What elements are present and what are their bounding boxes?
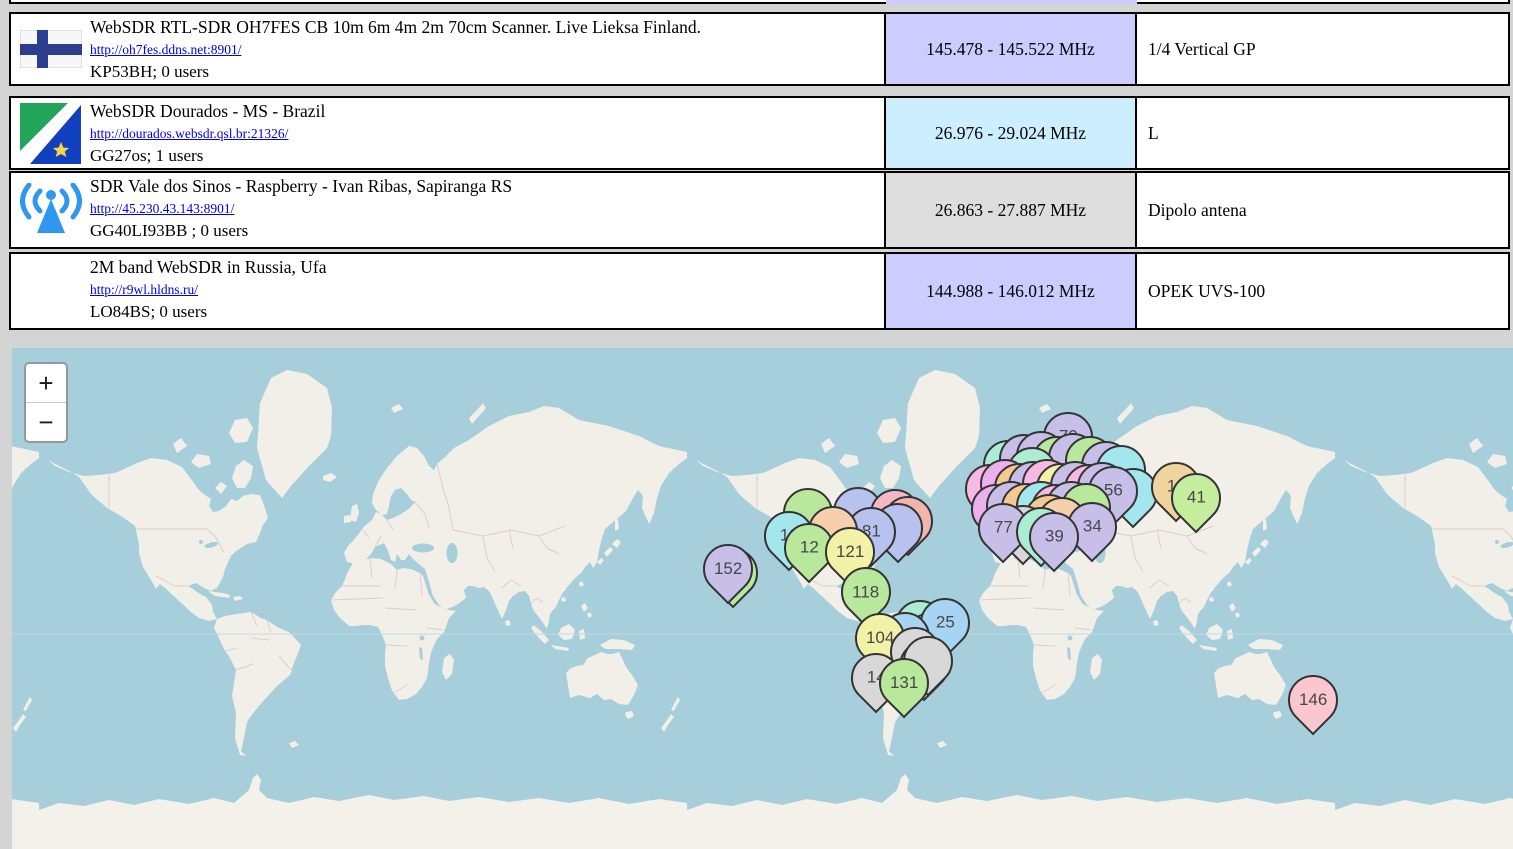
receiver-link[interactable]: http://oh7fes.ddns.net:8901/ (90, 42, 242, 58)
antenna-description: 1/4 Vertical GP (1148, 38, 1256, 59)
receiver-title: 2M band WebSDR in Russia, Ufa (90, 257, 327, 277)
map-cluster-pin[interactable]: 146 (1277, 664, 1349, 736)
antenna-icon (19, 183, 82, 233)
world-map[interactable]: 7945697734391241811012121118152251041413… (12, 348, 1513, 849)
frequency-range: 144.988 - 146.012 MHz (884, 254, 1137, 328)
receiver-locator-users: GG27os; 1 users (90, 146, 204, 165)
antenna-description: OPEK UVS-100 (1148, 280, 1266, 301)
antenna-description: Dipolo antena (1148, 199, 1247, 220)
finland-flag-icon (19, 30, 82, 68)
receiver-description: SDR Vale dos Sinos - Raspberry - Ivan Ri… (90, 173, 884, 247)
receiver-icon-cell (11, 254, 90, 328)
receiver-link[interactable]: http://dourados.websdr.qsl.br:21326/ (90, 126, 288, 142)
table-row: 2M band WebSDR in Russia, Ufa http://r9w… (9, 252, 1510, 330)
receiver-description: WebSDR RTL-SDR OH7FES CB 10m 6m 4m 2m 70… (90, 14, 884, 84)
receiver-icon-cell (11, 14, 90, 84)
receiver-title: SDR Vale dos Sinos - Raspberry - Ivan Ri… (90, 176, 513, 196)
receiver-locator-users: KP53BH; 0 users (90, 62, 210, 81)
table-row: WebSDR Dourados - MS - Brazil http://dou… (9, 96, 1510, 170)
table-row: WebSDR RTL-SDR OH7FES CB 10m 6m 4m 2m 70… (9, 12, 1510, 86)
table-row-partial (9, 0, 1510, 4)
antenna-description: L (1148, 122, 1159, 143)
receiver-title: WebSDR Dourados - MS - Brazil (90, 101, 326, 121)
receiver-description: WebSDR Dourados - MS - Brazil http://dou… (90, 98, 884, 168)
map-zoom-control: + − (24, 362, 68, 443)
receiver-title: WebSDR RTL-SDR OH7FES CB 10m 6m 4m 2m 70… (90, 17, 701, 37)
map-pin-layer: 7945697734391241811012121118152251041413… (12, 348, 1513, 849)
receiver-description: 2M band WebSDR in Russia, Ufa http://r9w… (90, 254, 884, 328)
receiver-link[interactable]: http://45.230.43.143:8901/ (90, 201, 234, 217)
receiver-locator-users: GG40LI93BB ; 0 users (90, 221, 249, 240)
frequency-range: 26.976 - 29.024 MHz (884, 98, 1137, 168)
frequency-range: 145.478 - 145.522 MHz (884, 14, 1137, 84)
receiver-icon-cell (11, 173, 90, 247)
zoom-out-button[interactable]: − (26, 403, 66, 441)
zoom-in-button[interactable]: + (26, 364, 66, 403)
table-row: SDR Vale dos Sinos - Raspberry - Ivan Ri… (9, 171, 1510, 249)
receiver-link[interactable]: http://r9wl.hldns.ru/ (90, 282, 198, 298)
receiver-locator-users: LO84BS; 0 users (90, 302, 208, 321)
mato-grosso-do-sul-flag-icon (20, 102, 81, 164)
map-cluster-pin[interactable]: 152 (692, 533, 764, 605)
frequency-range: 26.863 - 27.887 MHz (884, 173, 1137, 247)
frequency-cell-partial (886, 0, 1137, 4)
receiver-icon-cell (11, 98, 90, 168)
